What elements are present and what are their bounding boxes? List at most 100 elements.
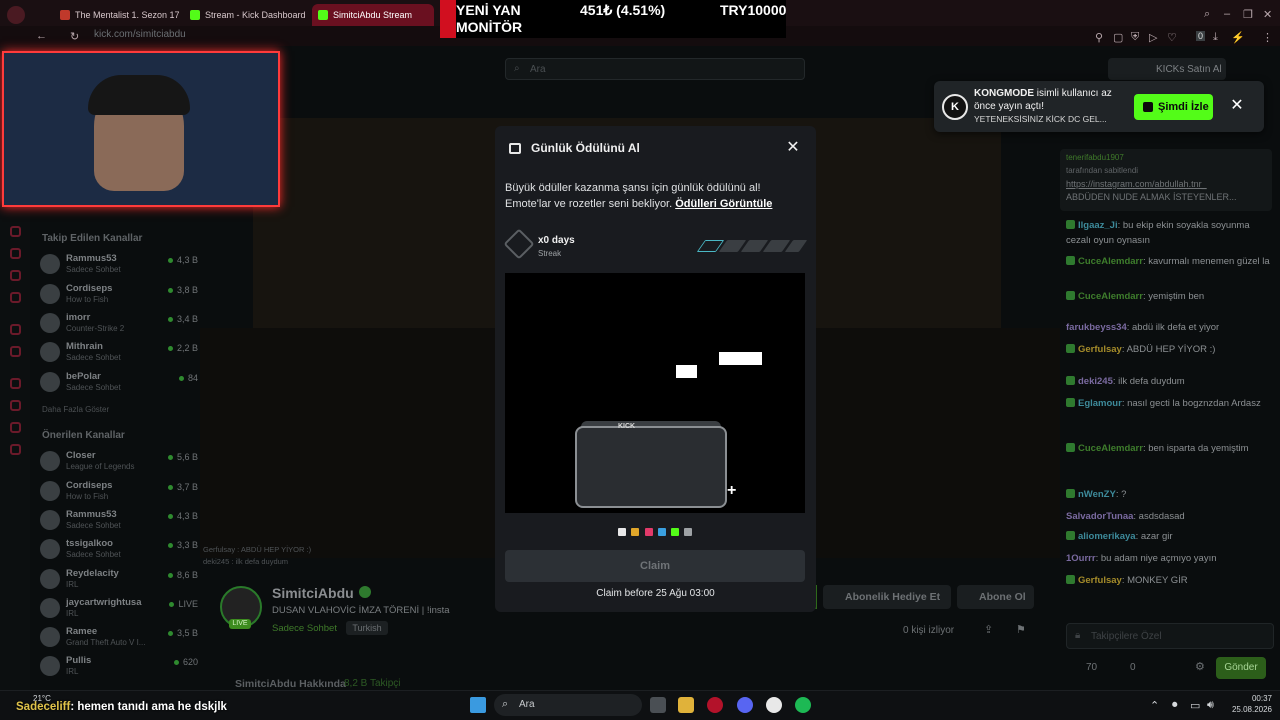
search-input[interactable]: ⌕ Ara [505,58,805,80]
clock[interactable]: 00:37 25.08.2026 [1230,693,1272,715]
shield-icon[interactable]: ⛨ [1131,31,1139,44]
windows-start-icon[interactable] [470,697,486,713]
pinned-message[interactable]: tenerifabdu1907 tarafından sabitlendi ht… [1060,149,1272,211]
color-swatch[interactable] [658,528,666,536]
chat-username[interactable]: farukbeyss34 [1066,322,1127,333]
recommended-channel[interactable]: jaycartwrightusa IRL LIVE [38,596,198,622]
followed-channel[interactable]: bePolar Sadece Sohbet 84 [38,370,198,396]
stream-category[interactable]: Sadece Sohbet [272,623,337,634]
taskbar-search[interactable]: ⌕ Ara [494,694,642,716]
discord-icon[interactable] [737,697,753,713]
file-explorer-icon[interactable] [678,697,694,713]
followed-channel[interactable]: Mithrain Sadece Sohbet 2,2 B [38,340,198,366]
opera-icon[interactable] [707,697,723,713]
tab[interactable]: The Mentalist 1. Sezon 17. B [54,4,179,26]
recommended-channel[interactable]: Cordiseps How to Fish 3,7 B [38,479,198,505]
rail-icon[interactable] [10,292,21,303]
kick-points[interactable]: 70 [1086,662,1097,673]
color-swatch[interactable] [645,528,653,536]
screenshot-icon[interactable]: ▢ [1113,31,1123,44]
close-icon[interactable]: ✕ [1263,8,1272,21]
followed-channel[interactable]: imorr Counter-Strike 2 3,4 B [38,311,198,337]
menu-icon[interactable]: ⋮ [1262,31,1273,44]
chat-username[interactable]: Ilgaaz_Ji [1078,220,1118,231]
chat-input[interactable]: 🔒︎ Takipçilere Özel [1066,623,1274,649]
heart-icon[interactable]: ♡ [1167,31,1177,44]
task-view-icon[interactable] [650,697,666,713]
back-icon[interactable]: ← [36,30,47,42]
notification-subtitle: YETENEKSİSİNİZ KİCK DC GEL... [974,114,1107,124]
buy-kicks-button[interactable]: KICKs Satın Al [1108,58,1226,80]
ai-icon[interactable]: ⚡ [1231,31,1245,44]
recommended-channel[interactable]: Closer League of Legends 5,6 B [38,449,198,475]
claim-button[interactable]: Claim [505,550,805,582]
browser-logo-icon[interactable] [7,6,25,24]
play-icon[interactable]: ▷ [1149,31,1157,44]
recommended-channel[interactable]: tssigalkoo Sadece Sohbet 3,3 B [38,537,198,563]
rail-icon[interactable] [10,400,21,411]
maximize-icon[interactable]: ❐ [1243,8,1253,21]
color-swatch[interactable] [671,528,679,536]
settings-icon[interactable] [10,444,21,455]
network-icon[interactable]: ▭ [1190,699,1200,712]
show-more-link[interactable]: Daha Fazla Göster [42,405,109,414]
share-icon[interactable]: ⇪ [984,623,993,636]
close-icon[interactable]: ✕ [783,138,803,158]
recommended-channel[interactable]: Pullis IRL 620 [38,654,198,680]
rail-icon[interactable] [10,422,21,433]
tab[interactable]: Stream - Kick Dashboard [184,4,306,26]
rail-icon[interactable] [10,226,21,237]
tab-active[interactable]: SimitciAbdu Stream [312,4,434,26]
channel-points[interactable]: 0 [1130,662,1136,673]
chat-username[interactable]: CuceAlemdarr [1078,443,1143,454]
gift-sub-button[interactable]: Abonelik Hediye Et [823,585,951,609]
chat-settings-icon[interactable]: ⚙ [1195,660,1205,673]
followed-channel[interactable]: Cordiseps How to Fish 3,8 B [38,282,198,308]
watch-now-button[interactable]: Şimdi İzle [1134,94,1213,120]
channel-name[interactable]: SimitciAbdu [272,585,354,601]
chat-username[interactable]: CuceAlemdarr [1078,256,1143,267]
rail-icon[interactable] [10,270,21,281]
pin-icon[interactable]: ⚲ [1095,31,1103,44]
subscribe-button[interactable]: Abone Ol [957,585,1034,609]
lock-icon: 🔒︎ [1075,630,1081,641]
recommended-channel[interactable]: Reydelacity IRL 8,6 B [38,567,198,593]
rail-icon[interactable] [10,248,21,259]
chat-username[interactable]: Gerfulsay [1078,575,1122,586]
send-button[interactable]: Gönder [1216,657,1266,679]
channel-name: Mithrain [66,341,103,352]
chat-username[interactable]: nWenZY [1078,489,1116,500]
rail-icon[interactable] [10,346,21,357]
chat-username[interactable]: SalvadorTunaa [1066,511,1133,522]
extension-icon[interactable]: 0 [1196,31,1206,41]
minimize-icon[interactable]: – [1224,8,1230,20]
language-tag[interactable]: Turkish [346,621,388,635]
color-swatch[interactable] [631,528,639,536]
obs-icon[interactable] [766,697,782,713]
microphone-icon[interactable]: ⏺ [1172,699,1178,712]
chat-username[interactable]: deki245 [1078,376,1113,387]
tray-arrow-icon[interactable]: ⌃ [1150,699,1159,712]
color-swatch[interactable] [684,528,692,536]
color-swatch[interactable] [618,528,626,536]
followed-channel[interactable]: Rammus53 Sadece Sohbet 4,3 B [38,252,198,278]
report-icon[interactable]: ⚑ [1016,623,1026,636]
spotify-icon[interactable] [795,697,811,713]
recommended-channel[interactable]: Ramee Grand Theft Auto V I... 3,5 B [38,625,198,651]
chat-username[interactable]: Gerfulsay [1078,344,1122,355]
recommended-channel[interactable]: Rammus53 Sadece Sohbet 4,3 B [38,508,198,534]
chat-username[interactable]: aliomerikaya [1078,531,1136,542]
chat-username[interactable]: CuceAlemdarr [1078,291,1143,302]
close-icon[interactable]: ✕ [1224,93,1250,119]
rail-icon[interactable] [10,378,21,389]
url-text[interactable]: kick.com/simitciabdu [94,29,186,40]
twitch-icon[interactable] [10,324,21,335]
chat-username[interactable]: Eglamour [1078,398,1122,409]
volume-icon[interactable]: 🔊︎ [1207,699,1214,712]
search-icon[interactable]: ⌕ [1204,8,1210,21]
reload-icon[interactable]: ↻ [70,30,79,43]
pinned-link[interactable]: https://instagram.com/abdullah.tnr_ [1066,179,1207,189]
view-rewards-link[interactable]: Ödülleri Görüntüle [675,198,772,210]
download-icon[interactable]: ⤓ [1213,31,1218,44]
chat-username[interactable]: 1Ourrr [1066,553,1096,564]
